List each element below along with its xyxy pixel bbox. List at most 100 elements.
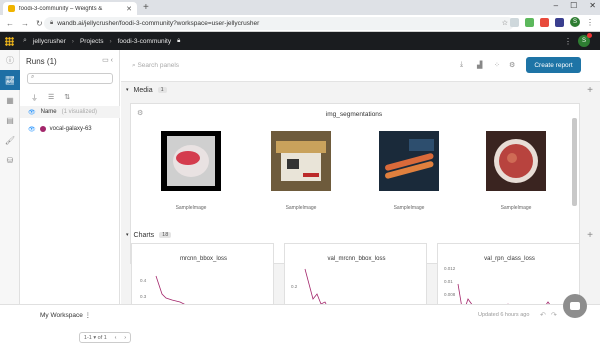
chat-support-button[interactable] xyxy=(563,294,587,318)
create-report-button[interactable]: Create report xyxy=(526,57,581,73)
nav-buttons: ← → ↻ xyxy=(0,19,43,28)
browser-menu-icon[interactable]: ⋮ xyxy=(586,18,594,27)
visibility-icon[interactable]: 👁︎ xyxy=(28,126,36,133)
image-caption: SampleImage xyxy=(175,205,207,211)
sort-icon[interactable]: ⇅ xyxy=(64,93,70,103)
window-controls: – ☐ ✕ xyxy=(554,1,596,10)
visibility-icon[interactable]: 👁︎ xyxy=(28,109,36,116)
chevron-down-icon: ▾ xyxy=(126,232,129,238)
segmentation-image[interactable] xyxy=(486,131,546,191)
add-panel-icon[interactable]: + xyxy=(587,85,593,96)
workspace-toolbar: ⌕ Search panels ⤓ ▟ ⁘ ⚙ Create report xyxy=(121,50,600,82)
search-icon: ⌕ xyxy=(31,74,35,80)
scatter-icon[interactable]: ⁘ xyxy=(494,61,500,69)
undo-icon[interactable]: ↶ xyxy=(540,311,546,319)
runs-tools: ⏚ ☰ ⇅ xyxy=(31,93,70,103)
maximize-button[interactable]: ☐ xyxy=(570,1,577,10)
lock-icon: 🔒︎ xyxy=(50,20,54,26)
filter-icon[interactable]: ⏚ xyxy=(31,93,38,103)
search-panels-input[interactable]: ⌕ Search panels xyxy=(132,62,179,70)
chart-panel[interactable]: val_rpn_class_loss 0.012 0.01 0.008 xyxy=(437,243,580,312)
lock-icon: 🔒︎ xyxy=(177,37,181,44)
chart-panel[interactable]: mrcnn_bbox_loss 0.4 0.3 xyxy=(131,243,274,312)
minimize-button[interactable]: – xyxy=(554,1,558,10)
prev-page-icon[interactable]: ‹ xyxy=(115,335,117,341)
workspace-footer: My Workspace ⋮ Updated 6 hours ago ↶ ↷ xyxy=(0,304,600,325)
forward-icon[interactable]: → xyxy=(21,19,29,28)
workspace-selector[interactable]: My Workspace ⋮ xyxy=(40,311,91,319)
notification-badge xyxy=(587,33,592,38)
add-panel-icon[interactable]: + xyxy=(587,230,593,241)
profile-avatar[interactable]: S xyxy=(570,17,580,27)
breadcrumb-project[interactable]: foodi-3-community xyxy=(118,38,171,45)
run-row[interactable]: 👁︎ vocal-galaxy-63 xyxy=(20,123,120,135)
runs-pager[interactable]: 1-1 ▾ of 1 ‹ › xyxy=(79,332,131,343)
browser-tab-strip: foodi-3-community – Weights & ✕ + – ☐ ✕ xyxy=(0,0,600,15)
segmentation-image[interactable] xyxy=(379,131,439,191)
close-tab-icon[interactable]: ✕ xyxy=(126,5,132,13)
charts-icon[interactable]: 📈︎ xyxy=(0,70,20,90)
table-toggle-icon[interactable]: ▭ ‹ xyxy=(102,56,113,64)
chat-bubble-icon xyxy=(570,302,580,310)
segmentation-image[interactable] xyxy=(161,131,221,191)
run-color-dot[interactable] xyxy=(39,126,46,132)
extension-icon[interactable] xyxy=(510,17,519,27)
wandb-logo[interactable] xyxy=(0,32,18,50)
reports-icon[interactable]: ▤ xyxy=(0,110,20,130)
bookmark-star-icon[interactable]: ☆ xyxy=(502,19,508,27)
user-avatar[interactable]: S xyxy=(578,33,592,47)
favicon-icon xyxy=(8,5,15,12)
panel-count: 1 xyxy=(157,87,167,93)
back-icon[interactable]: ← xyxy=(6,19,14,28)
omnibox[interactable]: 🔒︎ wandb.ai/jellycrusher/foodi-3-communi… xyxy=(44,17,514,30)
bar-chart-icon[interactable]: ▟ xyxy=(477,61,482,69)
table-icon[interactable]: ▦ xyxy=(0,90,20,110)
sweeps-icon[interactable]: 🖌︎ xyxy=(0,130,20,150)
section-label: Media xyxy=(133,86,153,94)
breadcrumb-user[interactable]: jellycrusher xyxy=(33,38,66,45)
section-label: Charts xyxy=(133,231,155,239)
artifacts-icon[interactable]: ⛁ xyxy=(0,150,20,170)
group-icon[interactable]: ☰ xyxy=(48,93,54,103)
new-tab-button[interactable]: + xyxy=(143,2,149,13)
menu-dots-icon[interactable]: ⋮ xyxy=(564,37,572,46)
updated-status: Updated 6 hours ago xyxy=(478,312,530,318)
settings-gear-icon[interactable]: ⚙ xyxy=(509,61,515,69)
segmentation-image[interactable] xyxy=(271,131,331,191)
chevron-down-icon: ▾ xyxy=(126,87,129,93)
extension-icon[interactable] xyxy=(540,17,549,27)
run-name[interactable]: vocal-galaxy-63 xyxy=(50,126,92,132)
close-window-button[interactable]: ✕ xyxy=(589,1,596,10)
panel-scrollbar[interactable] xyxy=(572,118,577,206)
charts-section-header[interactable]: ▾ Charts 18 + xyxy=(121,228,600,242)
panel-count: 18 xyxy=(159,232,172,238)
url-text: wandb.ai/jellycrusher/foodi-3-community?… xyxy=(57,20,260,27)
breadcrumb-projects[interactable]: Projects xyxy=(80,38,103,45)
extension-icon[interactable] xyxy=(525,17,534,27)
icon-rail: ⓘ 📈︎ ▦ ▤ 🖌︎ ⛁ xyxy=(0,50,20,312)
workspace: ⌕ Search panels ⤓ ▟ ⁘ ⚙ Create report ▾ … xyxy=(121,50,600,312)
breadcrumb-separator: › xyxy=(109,37,112,45)
panel-title: img_segmentations xyxy=(325,111,383,118)
tab-title: foodi-3-community – Weights & xyxy=(19,5,103,12)
image-caption: SampleImage xyxy=(393,205,425,211)
media-section-header[interactable]: ▾ Media 1 + xyxy=(121,83,600,97)
search-icon[interactable]: ⌕ xyxy=(23,37,27,45)
next-page-icon[interactable]: › xyxy=(124,335,126,341)
breadcrumb: jellycrusher › Projects › foodi-3-commun… xyxy=(33,38,180,45)
runs-title: Runs (1) xyxy=(26,57,57,66)
app-header: ⌕ jellycrusher › Projects › foodi-3-comm… xyxy=(0,32,600,50)
browser-tab[interactable]: foodi-3-community – Weights & ✕ xyxy=(3,2,137,15)
overview-icon[interactable]: ⓘ xyxy=(0,50,20,70)
column-name: Name xyxy=(40,109,57,115)
address-bar-row: ← → ↻ 🔒︎ wandb.ai/jellycrusher/foodi-3-c… xyxy=(0,15,600,32)
redo-icon[interactable]: ↷ xyxy=(551,311,557,319)
pager-text: 1-1 ▾ of 1 xyxy=(83,334,107,341)
runs-column-header: 👁︎ Name (1 visualized) xyxy=(20,106,120,118)
runs-search-input[interactable]: ⌕ xyxy=(27,73,113,84)
upload-icon[interactable]: ⤓ xyxy=(460,61,463,69)
chart-panel[interactable]: val_mrcnn_bbox_loss 0.2 xyxy=(284,243,427,312)
extension-icon[interactable] xyxy=(555,17,564,27)
reload-icon[interactable]: ↻ xyxy=(36,19,43,28)
extensions: S ⋮ xyxy=(510,17,594,27)
